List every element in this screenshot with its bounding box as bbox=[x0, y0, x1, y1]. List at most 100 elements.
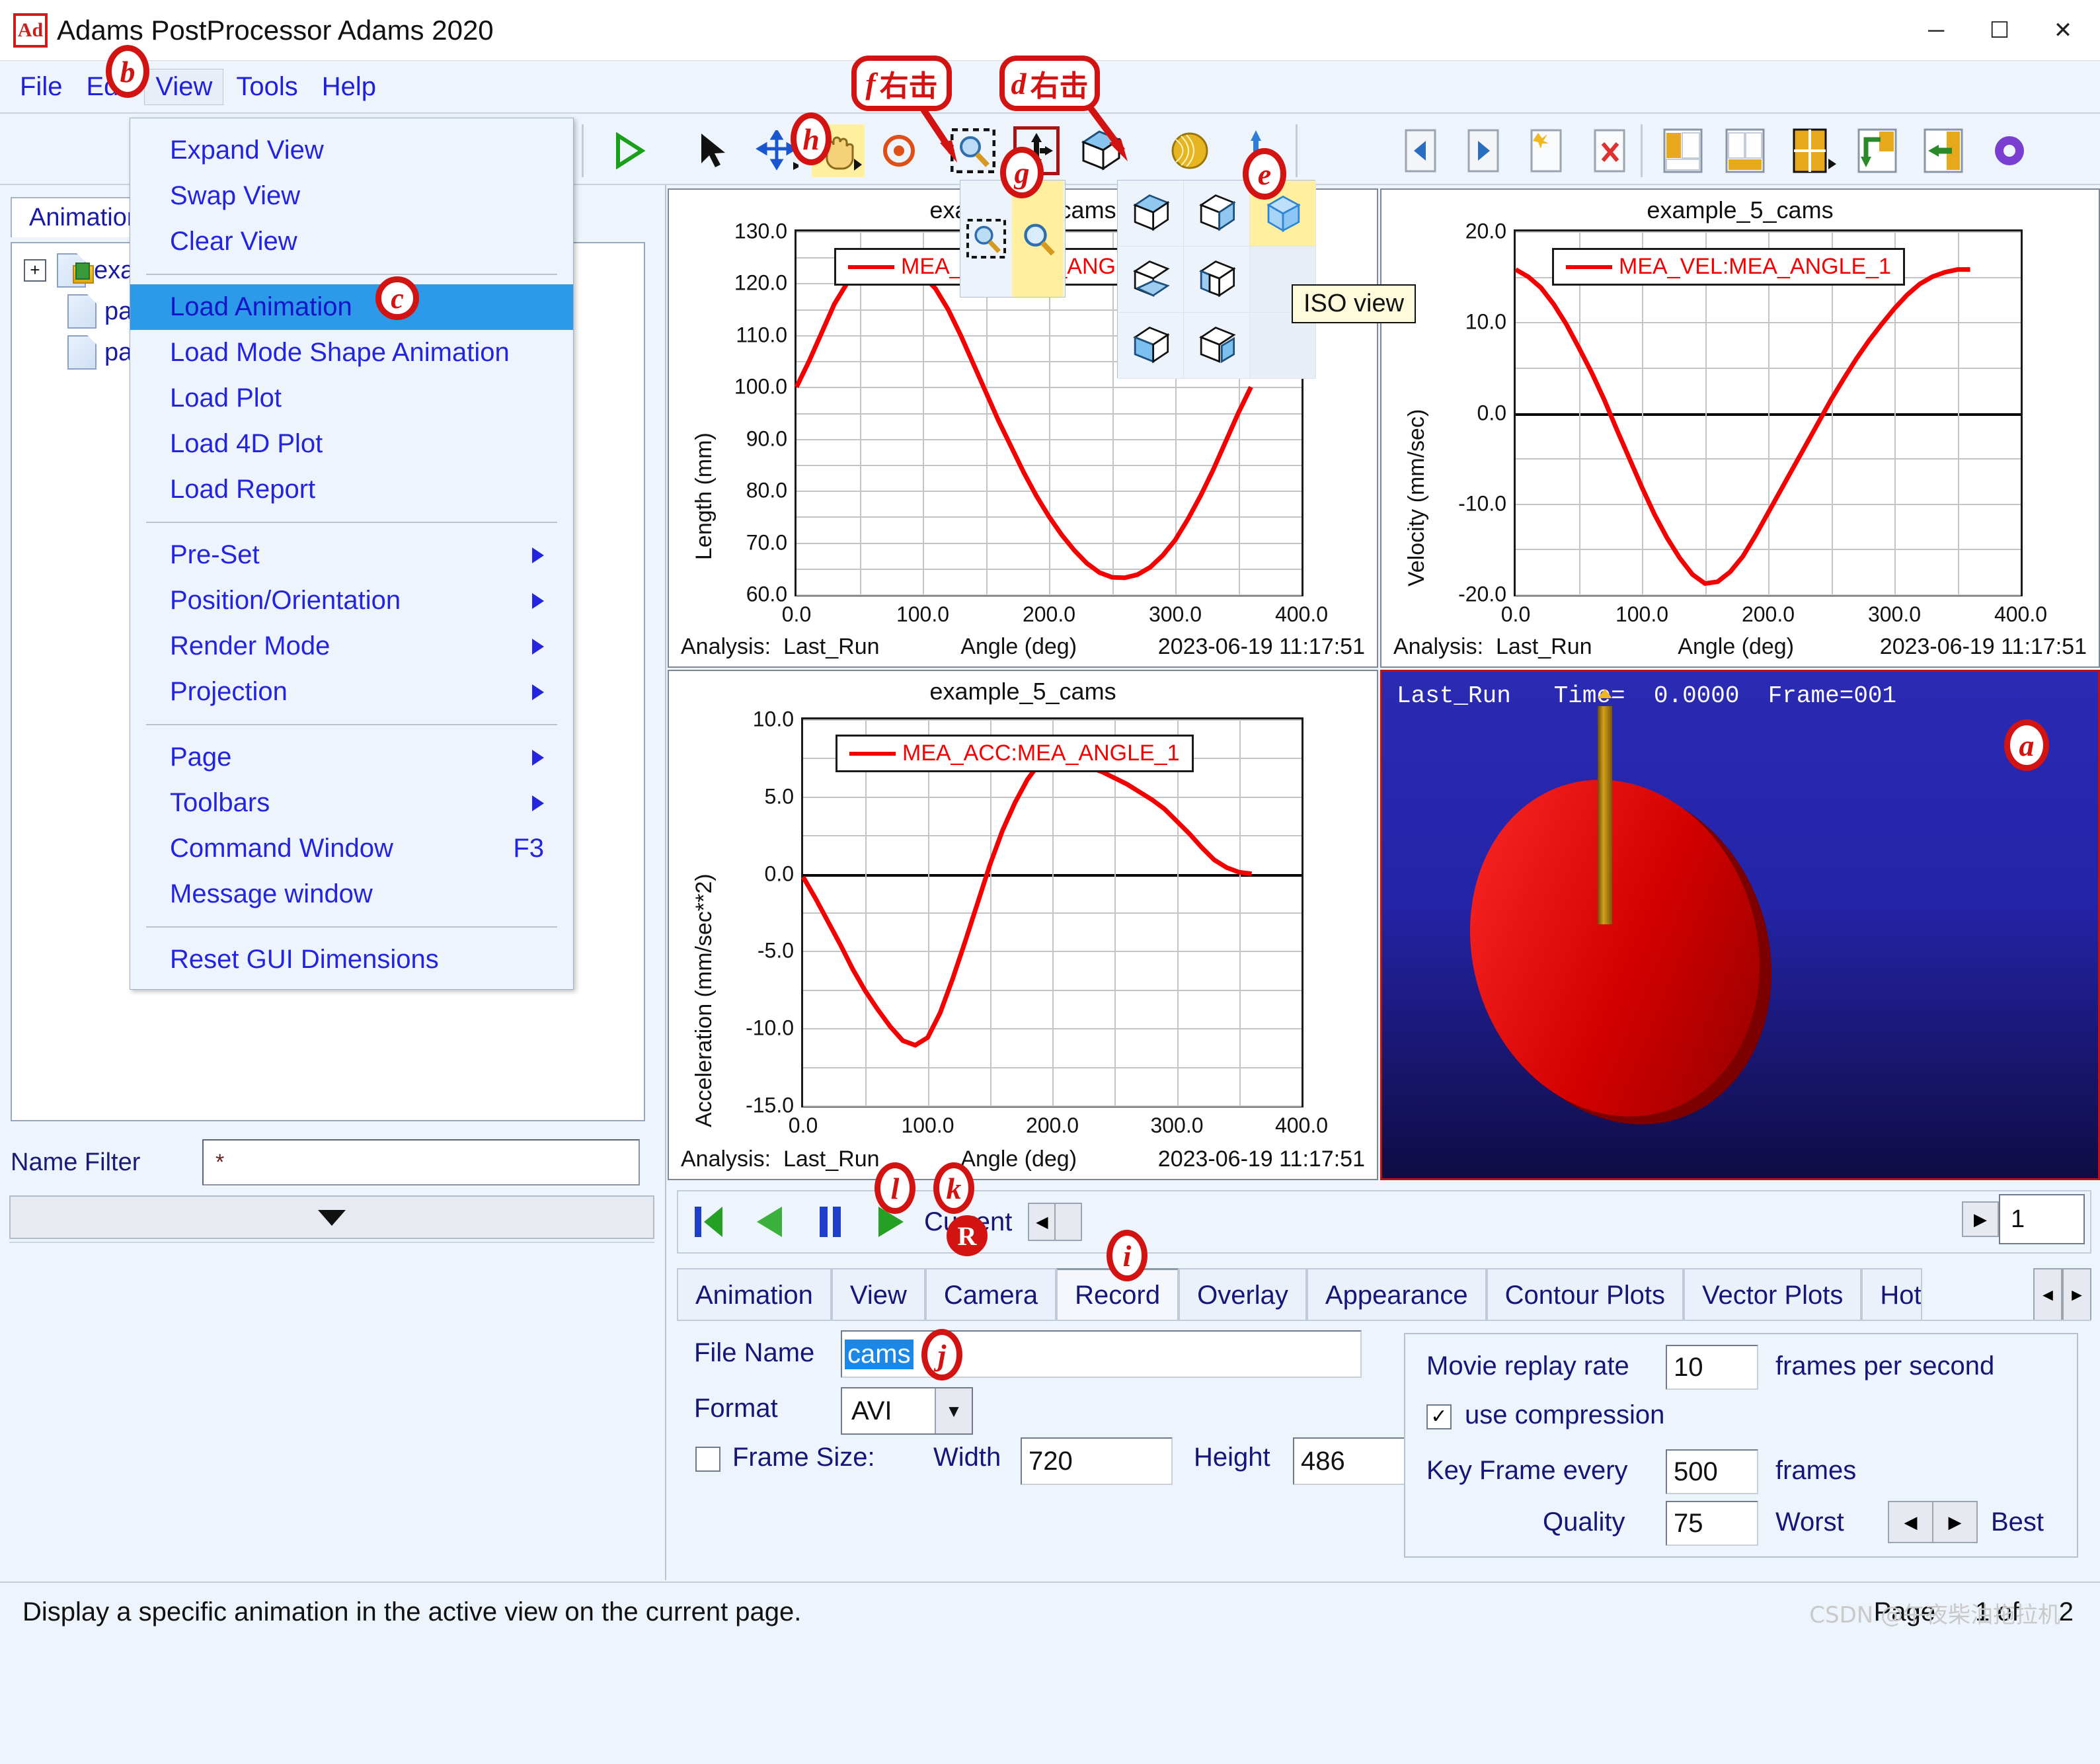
menu-item-reset-gui-dimensions[interactable]: Reset GUI Dimensions bbox=[130, 937, 573, 982]
plot-title: example_5_cams bbox=[929, 678, 1116, 705]
tree-item-example[interactable]: + exa bbox=[24, 251, 134, 290]
chevron-right-icon bbox=[532, 638, 544, 655]
menu-item-toolbars[interactable]: Toolbars bbox=[130, 780, 573, 826]
pause-icon[interactable] bbox=[800, 1190, 861, 1254]
grid-line bbox=[1516, 594, 2021, 596]
tab-scroll-right-icon[interactable]: ► bbox=[2062, 1268, 2091, 1321]
menu-item-expand-view[interactable]: Expand View bbox=[130, 128, 573, 173]
menu-item-pre-set[interactable]: Pre-Set bbox=[130, 532, 573, 578]
frame-spinner[interactable]: ◀ bbox=[1028, 1203, 1083, 1241]
tab-contour-plots[interactable]: Contour Plots bbox=[1486, 1268, 1684, 1321]
key-frame-input[interactable]: 500 bbox=[1666, 1449, 1758, 1494]
step-backward-icon[interactable] bbox=[739, 1190, 800, 1254]
menu-help[interactable]: Help bbox=[311, 69, 387, 104]
new-page-icon[interactable] bbox=[1520, 124, 1573, 177]
delete-page-icon[interactable] bbox=[1584, 124, 1637, 177]
view-menu-popup[interactable]: Expand View Swap View Clear View Load An… bbox=[130, 118, 574, 990]
expand-toggle-icon[interactable]: + bbox=[24, 259, 46, 282]
close-button[interactable]: ✕ bbox=[2031, 0, 2095, 61]
tab-scroll-left-icon[interactable]: ◄ bbox=[2033, 1268, 2062, 1321]
layout-bottom-icon[interactable] bbox=[1719, 124, 1771, 177]
menu-item-load-report[interactable]: Load Report bbox=[130, 467, 573, 512]
view-orientation-popup[interactable] bbox=[1117, 180, 1316, 379]
maximize-button[interactable]: ☐ bbox=[1968, 0, 2031, 61]
menu-item-message-window[interactable]: Message window bbox=[130, 871, 573, 917]
menu-tools[interactable]: Tools bbox=[225, 69, 308, 104]
menu-item-clear-view[interactable]: Clear View bbox=[130, 219, 573, 264]
menu-item-swap-view[interactable]: Swap View bbox=[130, 173, 573, 219]
movie-replay-rate-input[interactable]: 10 bbox=[1666, 1345, 1758, 1390]
quality-slider[interactable]: ◀ ▶ bbox=[1888, 1501, 1978, 1543]
annotation-marker-i: i bbox=[1107, 1230, 1147, 1281]
menu-item-page[interactable]: Page bbox=[130, 735, 573, 780]
zoom-box-icon[interactable] bbox=[960, 180, 1012, 297]
zoom-tool-popup[interactable] bbox=[960, 180, 1066, 298]
window-controls: ─ ☐ ✕ bbox=[1904, 0, 2095, 61]
annotation-marker-j: j bbox=[921, 1329, 962, 1381]
prev-page-icon[interactable] bbox=[1395, 124, 1448, 177]
use-compression-checkbox[interactable]: ✓ bbox=[1426, 1404, 1452, 1429]
back-view-icon[interactable] bbox=[1184, 313, 1250, 379]
frame-size-checkbox[interactable] bbox=[695, 1447, 720, 1472]
tab-view[interactable]: View bbox=[831, 1268, 925, 1321]
panel-collapse-handle[interactable] bbox=[9, 1195, 654, 1239]
file-name-input[interactable]: cams bbox=[841, 1330, 1362, 1378]
menu-file[interactable]: File bbox=[9, 69, 73, 104]
settings-gear-icon[interactable] bbox=[1983, 124, 2036, 177]
animation-view-cell[interactable]: Last_Run Time= 0.0000 Frame=001 bbox=[1380, 670, 2100, 1180]
layout-grid-icon[interactable] bbox=[1785, 124, 1838, 177]
swap-view-icon[interactable] bbox=[1851, 124, 1904, 177]
y-tick-label: 120.0 bbox=[734, 270, 787, 295]
format-select[interactable]: AVI ▼ bbox=[841, 1387, 973, 1435]
menu-item-label: Pre-Set bbox=[170, 540, 260, 569]
annotation-callout-f: f 右击 bbox=[851, 56, 952, 111]
tab-hotpoint[interactable]: Hot bbox=[1861, 1268, 1923, 1321]
tab-animation[interactable]: Animation bbox=[677, 1268, 832, 1321]
menu-item-load-mode-shape-animation[interactable]: Load Mode Shape Animation bbox=[130, 330, 573, 376]
top-view-icon[interactable] bbox=[1118, 180, 1184, 247]
minimize-button[interactable]: ─ bbox=[1904, 0, 1968, 61]
skip-to-start-icon[interactable] bbox=[678, 1190, 739, 1254]
cam-disk-geometry bbox=[1469, 780, 1772, 1125]
select-arrow-icon[interactable] bbox=[687, 124, 740, 177]
left-view-icon[interactable] bbox=[1184, 247, 1250, 313]
quality-increase-icon[interactable]: ▶ bbox=[1933, 1501, 1978, 1543]
menu-item-projection[interactable]: Projection bbox=[130, 669, 573, 715]
name-filter-input[interactable]: * bbox=[202, 1139, 640, 1185]
menu-item-render-mode[interactable]: Render Mode bbox=[130, 623, 573, 669]
menu-item-command-window[interactable]: Command Window F3 bbox=[130, 826, 573, 871]
x-axis-label: Angle (deg) bbox=[960, 1146, 1077, 1172]
layout-left-icon[interactable] bbox=[1656, 124, 1709, 177]
menu-item-load-4d-plot[interactable]: Load 4D Plot bbox=[130, 421, 573, 467]
plot-cell-acceleration[interactable]: example_5_cams Acceleration (mm/sec**2) … bbox=[668, 670, 1378, 1180]
tab-vector-plots[interactable]: Vector Plots bbox=[1683, 1268, 1862, 1321]
toolbar-separator bbox=[1641, 124, 1643, 177]
play-icon[interactable] bbox=[602, 124, 654, 177]
right-arrow-icon[interactable]: ▶ bbox=[1962, 1201, 1999, 1237]
next-page-icon[interactable] bbox=[1458, 124, 1510, 177]
tab-appearance[interactable]: Appearance bbox=[1306, 1268, 1487, 1321]
quality-decrease-icon[interactable]: ◀ bbox=[1888, 1501, 1933, 1543]
x-tick-label: 200.0 bbox=[1025, 1113, 1079, 1137]
menu-item-load-plot[interactable]: Load Plot bbox=[130, 376, 573, 421]
bottom-view-icon[interactable] bbox=[1118, 247, 1184, 313]
tab-camera[interactable]: Camera bbox=[925, 1268, 1057, 1321]
move-left-icon[interactable] bbox=[1917, 124, 1970, 177]
callout-text: 右击 bbox=[1030, 69, 1089, 103]
menu-item-load-animation[interactable]: Load Animation bbox=[130, 284, 573, 330]
left-arrow-icon[interactable]: ◀ bbox=[1029, 1204, 1056, 1240]
front-view-icon[interactable] bbox=[1118, 313, 1184, 379]
plot-cell-velocity[interactable]: example_5_cams Velocity (mm/sec) -20.0 -1… bbox=[1380, 188, 2100, 668]
chevron-down-icon[interactable]: ▼ bbox=[935, 1388, 972, 1433]
tab-overlay[interactable]: Overlay bbox=[1179, 1268, 1307, 1321]
menu-item-position-orientation[interactable]: Position/Orientation bbox=[130, 578, 573, 623]
right-view-icon[interactable] bbox=[1184, 180, 1250, 247]
y-tick-label: 100.0 bbox=[734, 374, 787, 399]
menu-view[interactable]: View bbox=[144, 68, 224, 105]
page-number-input[interactable]: 1 bbox=[1999, 1194, 2085, 1244]
width-input[interactable]: 720 bbox=[1021, 1437, 1173, 1485]
x-tick-label: 400.0 bbox=[1994, 602, 2048, 626]
page-spinner[interactable]: ▶ 1 bbox=[1962, 1194, 2085, 1244]
tab-scroll-controls[interactable]: ◄ ► bbox=[2033, 1268, 2091, 1321]
quality-input[interactable]: 75 bbox=[1666, 1501, 1758, 1546]
